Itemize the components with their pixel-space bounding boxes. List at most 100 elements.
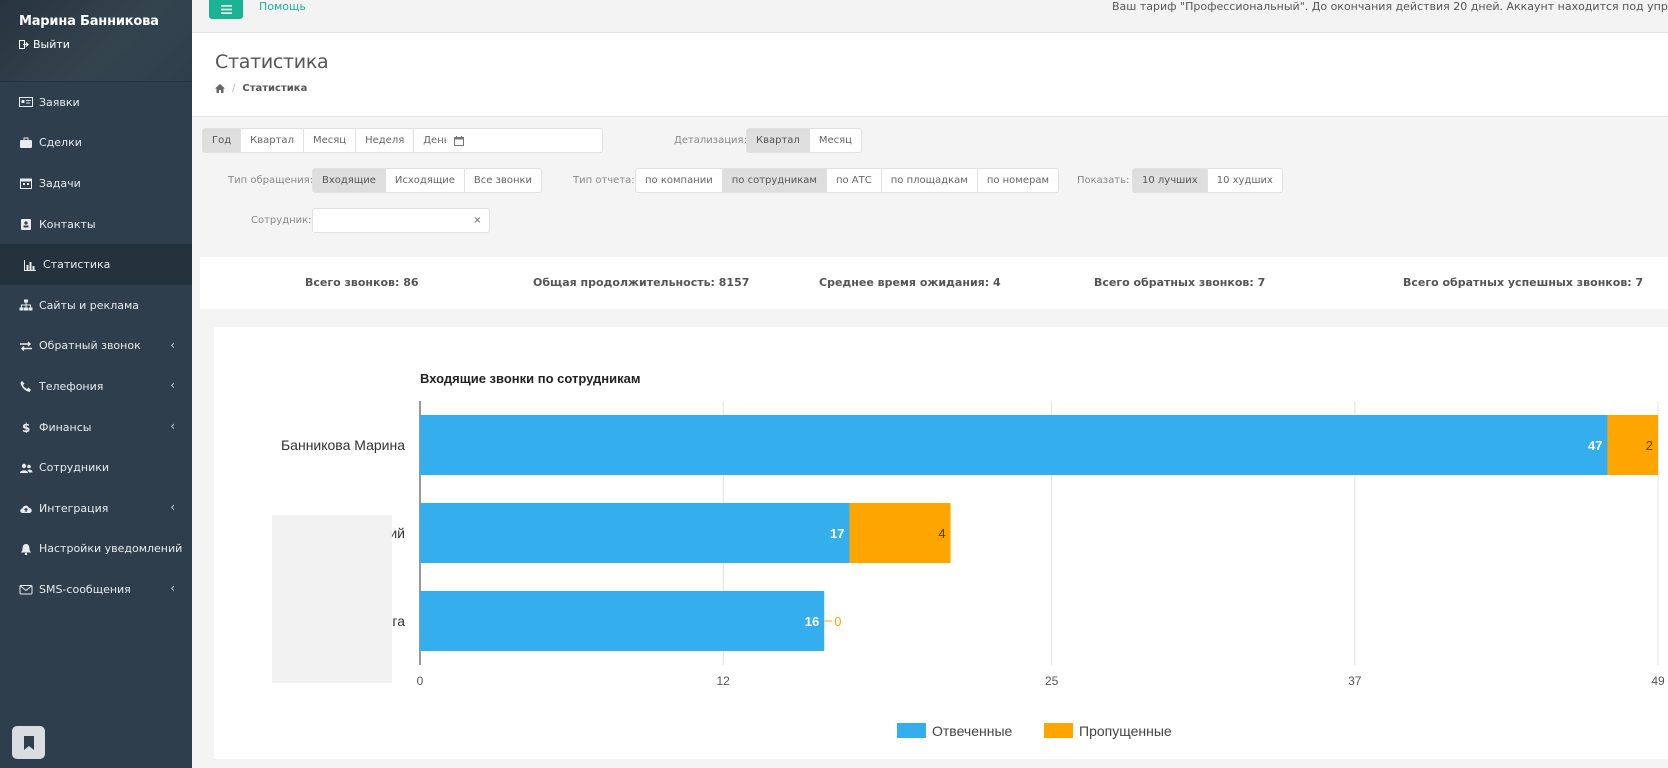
filters-panel: Год Квартал Месяц Неделя День Детализация: К… — [192, 117, 1668, 251]
data-label: 4 — [938, 526, 945, 541]
report-type-button-2[interactable]: по АТС — [826, 168, 882, 193]
show-button-1[interactable]: 10 худших — [1207, 168, 1283, 193]
report-type-button-group: по компании по сотрудникам по АТС по площад… — [635, 168, 1060, 193]
dollar-icon: $ — [19, 421, 33, 433]
employee-select[interactable] — [312, 208, 467, 233]
phone-icon — [19, 380, 33, 393]
sidebar-item-tasks[interactable]: Задачи — [0, 163, 192, 204]
period-button-2[interactable]: Месяц — [303, 128, 357, 153]
detail-button-1[interactable]: Месяц — [809, 128, 862, 153]
sidebar-item-label: Телефония — [39, 379, 104, 393]
summary-total-calls: Всего звонков: 86 — [305, 276, 419, 289]
breadcrumb-separator: / — [232, 83, 236, 94]
report-type-label: Тип отчета: — [573, 175, 635, 186]
sidebar-item-label: Финансы — [39, 420, 92, 434]
x-tick-label: 37 — [1348, 674, 1362, 688]
logout-link[interactable]: Выйти — [19, 38, 192, 51]
call-type-button-group: Входящие Исходящие Все звонки — [312, 168, 543, 193]
detail-button-0[interactable]: Квартал — [746, 128, 810, 153]
bar-missed[interactable] — [849, 503, 951, 563]
sidebar-item-requests[interactable]: Заявки — [0, 82, 192, 123]
report-type-button-4[interactable]: по номерам — [977, 168, 1060, 193]
period-button-3[interactable]: Неделя — [356, 128, 415, 153]
bar-answered[interactable] — [420, 591, 825, 651]
sidebar-item-telephony[interactable]: Телефония ‹ — [0, 366, 192, 407]
sidebar-item-label: Сделки — [39, 136, 82, 150]
sidebar-item-deals[interactable]: Сделки — [0, 123, 192, 164]
top-bar: Помощь Ваш тариф "Профессиональный". До … — [192, 0, 1668, 33]
tariff-info: Ваш тариф "Профессиональный". До окончан… — [1112, 0, 1668, 13]
sign-out-icon — [19, 40, 29, 49]
user-profile: Марина Банникова Выйти — [0, 0, 192, 82]
redaction-overlay — [272, 515, 392, 683]
sidebar-item-label: Сотрудники — [39, 461, 110, 475]
sidebar-item-sms[interactable]: SMS-сообщения ‹ — [0, 569, 192, 610]
home-icon[interactable] — [215, 84, 225, 93]
data-label: 2 — [1646, 438, 1653, 453]
sidebar-item-callback[interactable]: Обратный звонок ‹ — [0, 326, 192, 367]
summary-panel: Всего звонков: 86 Общая продолжительност… — [200, 257, 1668, 309]
period-button-0[interactable]: Год — [202, 128, 242, 153]
show-button-0[interactable]: 10 лучших — [1132, 168, 1208, 193]
legend-label[interactable]: Пропущенные — [1079, 723, 1172, 739]
x-tick-label: 49 — [1651, 674, 1665, 688]
sidebar-item-finance[interactable]: $ Финансы ‹ — [0, 407, 192, 448]
show-label: Показать: — [1077, 175, 1130, 186]
sidebar-item-label: Задачи — [39, 176, 81, 190]
bar-answered[interactable] — [420, 415, 1608, 475]
breadcrumb: / Статистика — [215, 83, 1668, 94]
summary-total-callbacks: Всего обратных звонков: 7 — [1094, 276, 1266, 289]
sidebar-item-label: Интеграция — [39, 501, 109, 515]
legend-swatch[interactable] — [897, 723, 926, 738]
show-button-group: 10 лучших 10 худших — [1132, 168, 1283, 193]
calendar-icon — [19, 177, 33, 190]
sidebar-item-contacts[interactable]: Контакты — [0, 204, 192, 245]
report-type-button-3[interactable]: по площадкам — [881, 168, 978, 193]
help-link[interactable]: Помощь — [259, 0, 306, 13]
chevron-left-icon: ‹ — [170, 418, 175, 433]
sidebar-item-employees[interactable]: Сотрудники — [0, 447, 192, 488]
sidebar-item-integration[interactable]: Интеграция ‹ — [0, 488, 192, 529]
envelope-icon — [19, 583, 33, 595]
chart-panel: Входящие звонки по сотрудникам 0 12 25 37 49 4… — [214, 327, 1668, 759]
calendar-icon — [454, 135, 464, 146]
period-button-1[interactable]: Квартал — [241, 128, 304, 153]
date-range-input[interactable] — [446, 128, 603, 153]
call-type-button-1[interactable]: Исходящие — [385, 168, 465, 193]
sitemap-icon — [19, 299, 33, 311]
bar-answered[interactable] — [420, 503, 850, 563]
bell-icon — [19, 543, 33, 555]
x-tick-label: 12 — [717, 674, 731, 688]
bookmark-button[interactable] — [12, 726, 45, 759]
period-button-group: Год Квартал Месяц Неделя День — [202, 128, 460, 153]
calls-by-employee-chart: Входящие звонки по сотрудникам 0 12 25 37 49 4… — [272, 371, 1665, 739]
call-type-button-2[interactable]: Все звонки — [464, 168, 543, 193]
detail-label: Детализация: — [674, 135, 747, 146]
report-type-button-1[interactable]: по сотрудникам — [722, 168, 827, 193]
exchange-icon — [19, 340, 33, 352]
report-type-button-0[interactable]: по компании — [635, 168, 723, 193]
sidebar-item-label: Статистика — [43, 258, 111, 272]
user-name: Марина Банникова — [19, 14, 159, 29]
legend-label[interactable]: Отвеченные — [932, 723, 1013, 739]
bar-chart-icon — [23, 259, 37, 271]
address-book-icon — [19, 218, 33, 231]
data-label: 17 — [830, 526, 844, 541]
cloud-upload-icon — [19, 502, 33, 514]
data-label: 47 — [1588, 438, 1602, 453]
call-type-button-0[interactable]: Входящие — [312, 168, 386, 193]
id-card-icon — [19, 96, 33, 108]
sidebar-item-label: Настройки уведомлений — [39, 542, 183, 556]
legend-swatch[interactable] — [1044, 723, 1073, 738]
svg-text:$: $ — [22, 421, 30, 433]
chevron-left-icon: ‹ — [170, 499, 175, 514]
menu-toggle-button[interactable] — [209, 0, 243, 19]
sidebar-item-statistics[interactable]: Статистика — [0, 244, 192, 285]
page-header: Статистика / Статистика — [192, 33, 1668, 117]
sidebar-item-notifications[interactable]: Настройки уведомлений — [0, 529, 192, 570]
x-tick-label: 25 — [1045, 674, 1059, 688]
employee-clear-button[interactable]: × — [466, 208, 490, 233]
chevron-left-icon: ‹ — [170, 337, 175, 352]
sidebar-item-sites[interactable]: Сайты и реклама — [0, 285, 192, 326]
data-label: 16 — [805, 614, 819, 629]
